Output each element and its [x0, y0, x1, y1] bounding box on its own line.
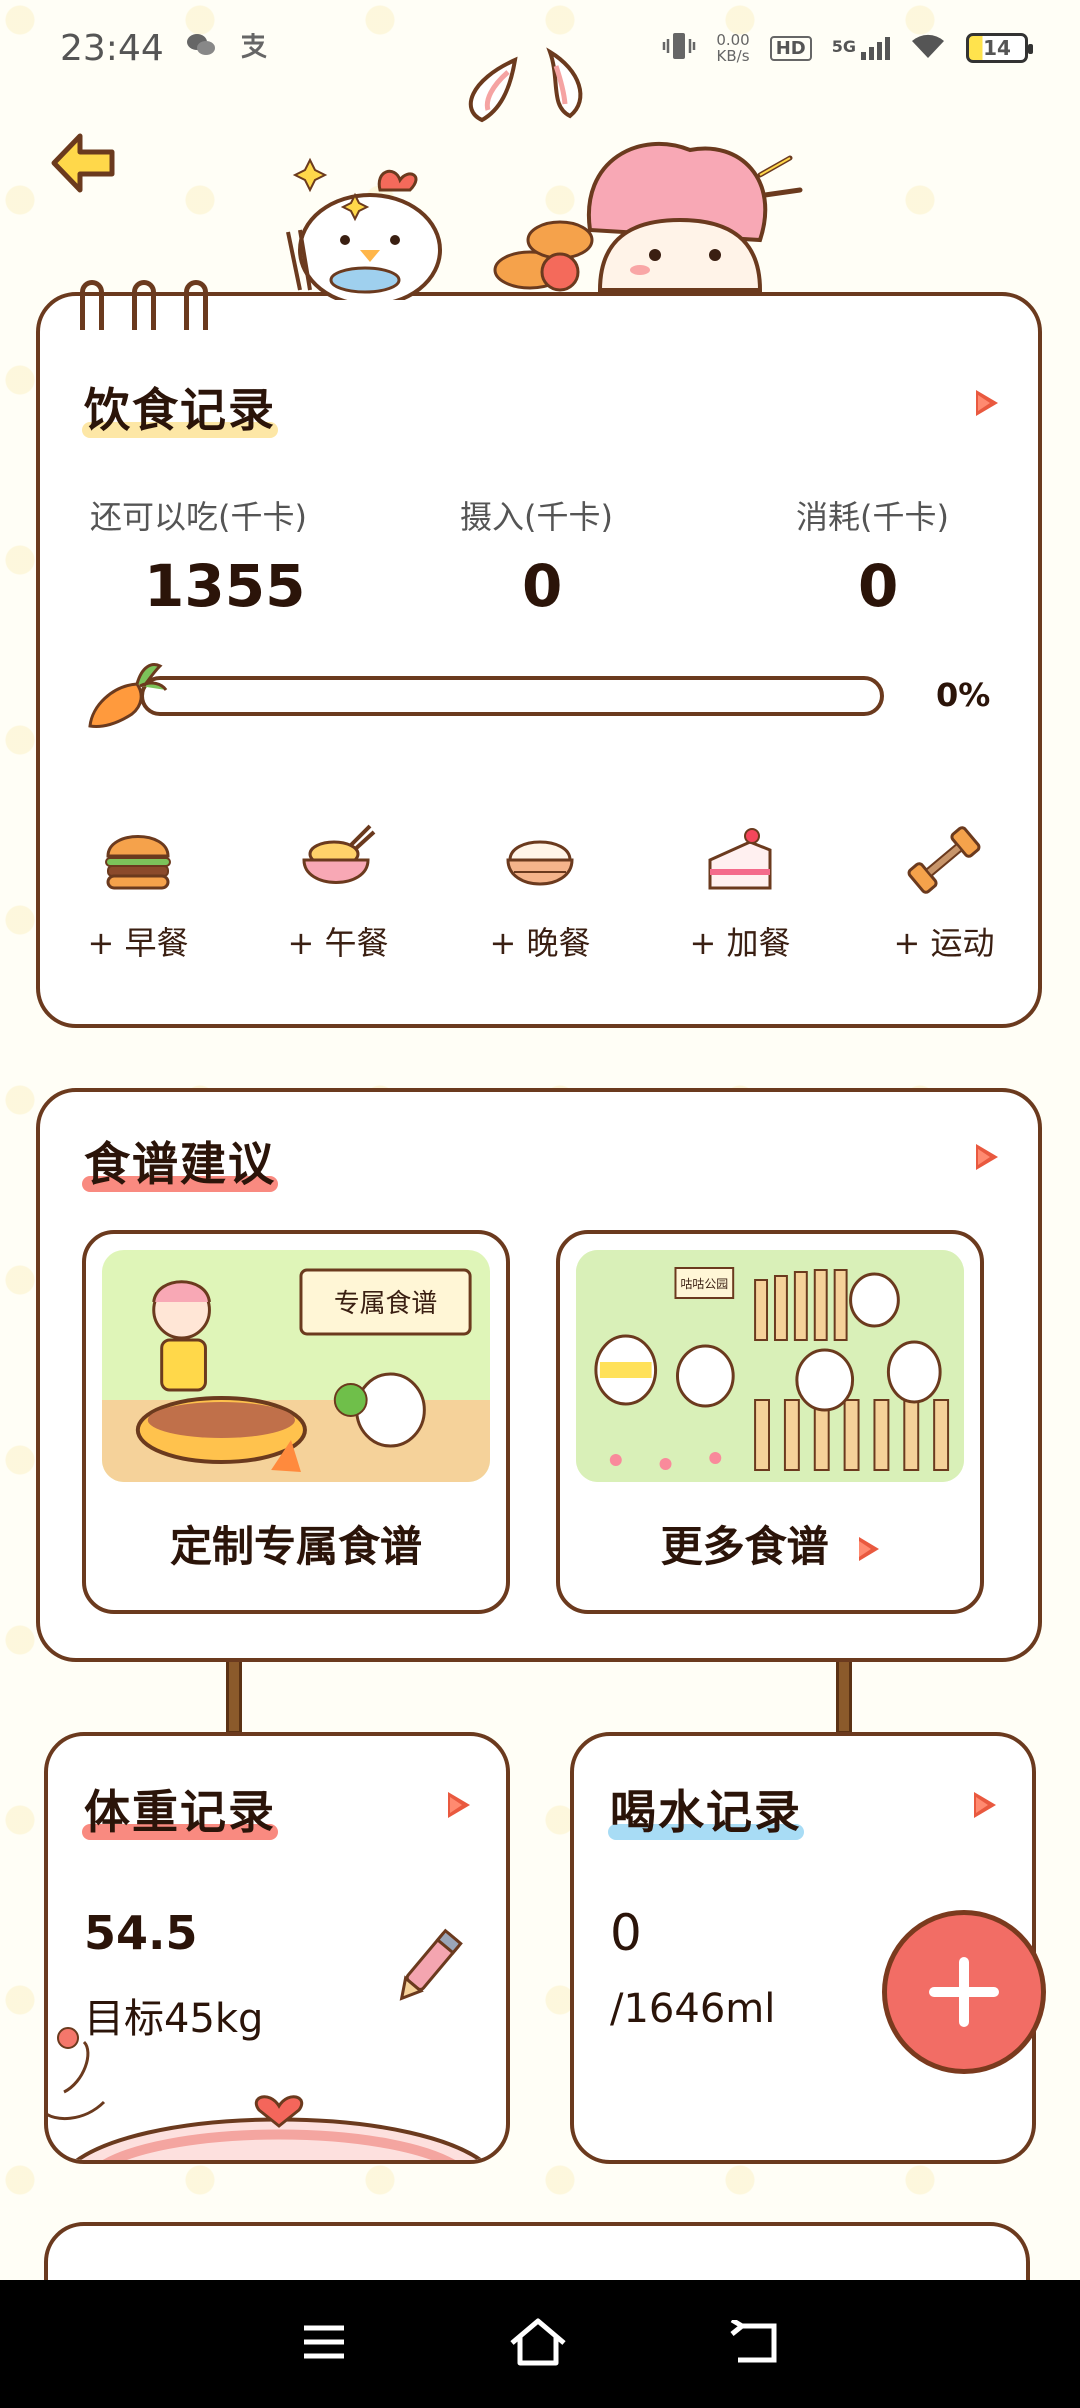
water-more-arrow-icon[interactable]	[974, 1792, 996, 1818]
breakfast-label: + 早餐	[87, 924, 189, 962]
water-title: 喝水记录	[608, 1776, 804, 1842]
menu-icon	[304, 2325, 344, 2359]
recipe-more-arrow-icon[interactable]	[976, 1144, 998, 1170]
battery-icon: 14	[966, 33, 1033, 63]
dinner-label: + 晚餐	[489, 924, 591, 962]
more-recipes-button[interactable]: 咕咕公园 更多食谱	[556, 1230, 984, 1614]
remaining-value: 1355	[144, 552, 306, 620]
burned-label: 消耗(千卡)	[796, 498, 949, 536]
park-sign-text: 咕咕公园	[680, 1276, 728, 1291]
diet-title-text: 饮食记录	[84, 383, 276, 437]
hd-badge: HD	[769, 35, 812, 61]
water-title-text: 喝水记录	[610, 1785, 802, 1839]
back-nav-button[interactable]	[728, 2317, 780, 2368]
lunch-label: + 午餐	[287, 924, 389, 962]
network-type: 5G	[831, 36, 856, 56]
signal-icon: 5G	[831, 36, 890, 60]
intake-label: 摄入(千卡)	[460, 498, 613, 536]
custom-recipe-illustration: 专属食谱	[102, 1250, 490, 1482]
dumbbell-icon	[907, 826, 981, 894]
alipay-icon	[238, 31, 268, 66]
snack-label: + 加餐	[689, 924, 791, 962]
add-water-button[interactable]	[882, 1910, 1046, 2074]
home-icon	[510, 2318, 566, 2366]
weight-title: 体重记录	[82, 1776, 278, 1842]
weight-title-text: 体重记录	[84, 1785, 276, 1839]
plus-icon	[929, 1957, 999, 2027]
wifi-icon	[910, 32, 946, 64]
network-speed-unit: KB/s	[716, 47, 750, 65]
connector-post-right	[836, 1656, 852, 1734]
vibrate-icon	[662, 31, 696, 65]
custom-recipe-label: 定制专属食谱	[169, 1522, 422, 1571]
wechat-icon	[186, 32, 216, 65]
more-recipes-text: 更多食谱	[660, 1522, 829, 1571]
progress-percent: 0%	[936, 676, 991, 714]
custom-recipe-button[interactable]: 专属食谱 定制专属食谱	[82, 1230, 510, 1614]
more-recipes-label: 更多食谱	[560, 1513, 980, 1574]
weight-value: 54.5	[84, 1906, 198, 1960]
menu-button[interactable]	[300, 2322, 348, 2366]
diet-title: 饮食记录	[82, 374, 278, 440]
recipe-title: 食谱建议	[82, 1128, 278, 1194]
status-time: 23:44	[60, 27, 164, 69]
intake-value: 0	[522, 552, 563, 620]
diet-more-arrow-icon[interactable]	[976, 390, 998, 416]
status-bar: 23:44 0.00 KB/s HD 5G 14	[0, 0, 1080, 96]
back-arrow-icon	[51, 133, 115, 193]
add-dinner-button[interactable]: + 晚餐	[470, 820, 610, 964]
noodle-bowl-icon	[302, 824, 376, 884]
carrot-icon	[88, 663, 168, 728]
water-value: 0	[610, 1904, 642, 1962]
scale-illustration	[48, 2027, 484, 2160]
rice-bowl-icon	[506, 840, 574, 886]
recipe-card: 食谱建议 专属食谱 定制专属食谱 咕咕公园 更多食谱	[36, 1088, 1042, 1662]
recipe-title-text: 食谱建议	[84, 1137, 276, 1191]
battery-level: 14	[983, 36, 1011, 60]
add-lunch-button[interactable]: + 午餐	[268, 820, 408, 964]
notebook-rings	[80, 280, 208, 330]
more-recipes-arrow-icon	[859, 1537, 880, 1561]
exercise-label: + 运动	[893, 924, 995, 962]
back-button[interactable]	[48, 128, 128, 208]
more-recipes-illustration: 咕咕公园	[576, 1250, 964, 1482]
home-button[interactable]	[508, 2317, 568, 2371]
network-speed-value: 0.00	[716, 31, 750, 49]
cake-icon	[708, 828, 772, 890]
network-speed: 0.00 KB/s	[716, 32, 749, 64]
burned-value: 0	[858, 552, 899, 620]
weight-more-arrow-icon[interactable]	[448, 1792, 470, 1818]
remaining-label: 还可以吃(千卡)	[90, 498, 307, 536]
burger-icon	[105, 835, 171, 890]
add-snack-button[interactable]: + 加餐	[670, 820, 810, 964]
custom-recipe-sign-text: 专属食谱	[334, 1289, 437, 1319]
water-goal: /1646ml	[610, 1986, 776, 2032]
weight-card[interactable]: 体重记录 54.5 目标45kg	[44, 1732, 510, 2164]
calorie-progress-bar	[140, 676, 884, 716]
system-nav-bar	[0, 2280, 1080, 2408]
back-nav-icon	[730, 2317, 777, 2363]
connector-post-left	[226, 1656, 242, 1734]
add-exercise-button[interactable]: + 运动	[874, 820, 1014, 964]
add-breakfast-button[interactable]: + 早餐	[68, 820, 208, 964]
edit-pencil-icon[interactable]	[388, 1922, 468, 2012]
